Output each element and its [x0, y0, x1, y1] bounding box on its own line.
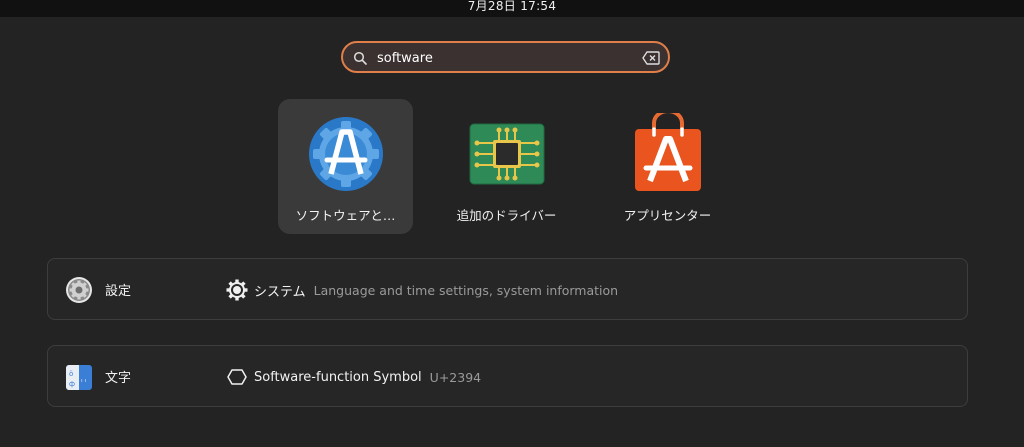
search-icon	[353, 51, 367, 65]
app-app-center[interactable]: アプリセンター	[600, 99, 735, 234]
app-additional-drivers[interactable]: 追加のドライバー	[439, 99, 574, 234]
top-bar: 7月28日 17:54	[0, 0, 1024, 17]
app-label: アプリセンター	[623, 208, 712, 223]
provider-name: 設定	[105, 284, 132, 299]
clear-text-icon[interactable]	[642, 51, 660, 65]
result-title: Software-function Symbol	[254, 369, 422, 385]
app-software-updates[interactable]: ソフトウェアと…	[278, 99, 413, 234]
provider-settings: 設定 システム Language and time settings, syst…	[47, 258, 968, 320]
software-updates-icon	[309, 117, 383, 191]
gear-icon	[226, 279, 248, 301]
svg-text:ப: ப	[81, 376, 86, 384]
characters-icon[interactable]: ö ф ப	[65, 363, 93, 391]
app-label: 追加のドライバー	[456, 208, 557, 223]
svg-text:ö: ö	[69, 370, 73, 378]
search-field[interactable]	[341, 41, 670, 73]
chip-icon	[469, 123, 545, 185]
app-label: ソフトウェアと…	[295, 208, 396, 223]
provider-characters: ö ф ப 文字 Software-function Symbol U+2394	[47, 345, 968, 407]
settings-gear-icon[interactable]	[65, 276, 93, 304]
result-description: U+2394	[429, 369, 482, 385]
result-title: システム	[254, 284, 306, 300]
clock[interactable]: 7月28日 17:54	[468, 0, 557, 13]
hexagon-icon	[227, 369, 247, 385]
provider-name: 文字	[105, 371, 132, 386]
shopping-bag-icon	[635, 113, 701, 191]
result-description: Language and time settings, system infor…	[313, 282, 619, 298]
svg-text:ф: ф	[69, 380, 75, 388]
search-input[interactable]	[377, 48, 627, 68]
result-system[interactable]: システム Language and time settings, system …	[226, 275, 618, 305]
result-symbol[interactable]: Software-function Symbol U+2394	[226, 362, 481, 392]
